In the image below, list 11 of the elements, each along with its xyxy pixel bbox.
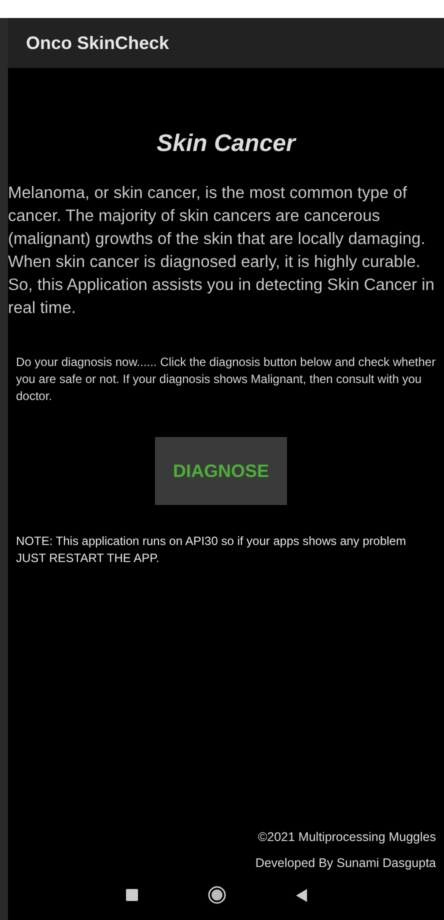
home-icon[interactable] (208, 886, 226, 904)
instructions-paragraph: Do your diagnosis now...... Click the diagnosis button below and check whether you are safe or not. If your diagnosis shows Malignant, then consult with you doctor. (15, 354, 437, 405)
page-heading: Skin Cancer (156, 130, 296, 158)
app-title: Onco SkinCheck (26, 32, 170, 54)
back-icon[interactable] (296, 888, 306, 902)
recents-icon[interactable] (126, 889, 138, 901)
intro-paragraph: Melanoma, or skin cancer, is the most common type of cancer. The majority of skin cancers are cancerous (malignant) growths of the skin that are locally damaging. When skin cancer is diagnosed early, it is highly curable. So, this Application assists you in detecting Skin Cancer in real time. (8, 183, 436, 319)
footer-text: Developed By Sunami Dasgupta (255, 856, 436, 870)
footer-text: ©2021 Multiprocessing Muggles (258, 830, 436, 844)
note-paragraph: NOTE: This application runs on API30 so if your apps shows any problem JUST RESTART THE APP. (15, 533, 407, 567)
diagnose-button[interactable]: DIAGNOSE (155, 437, 287, 505)
